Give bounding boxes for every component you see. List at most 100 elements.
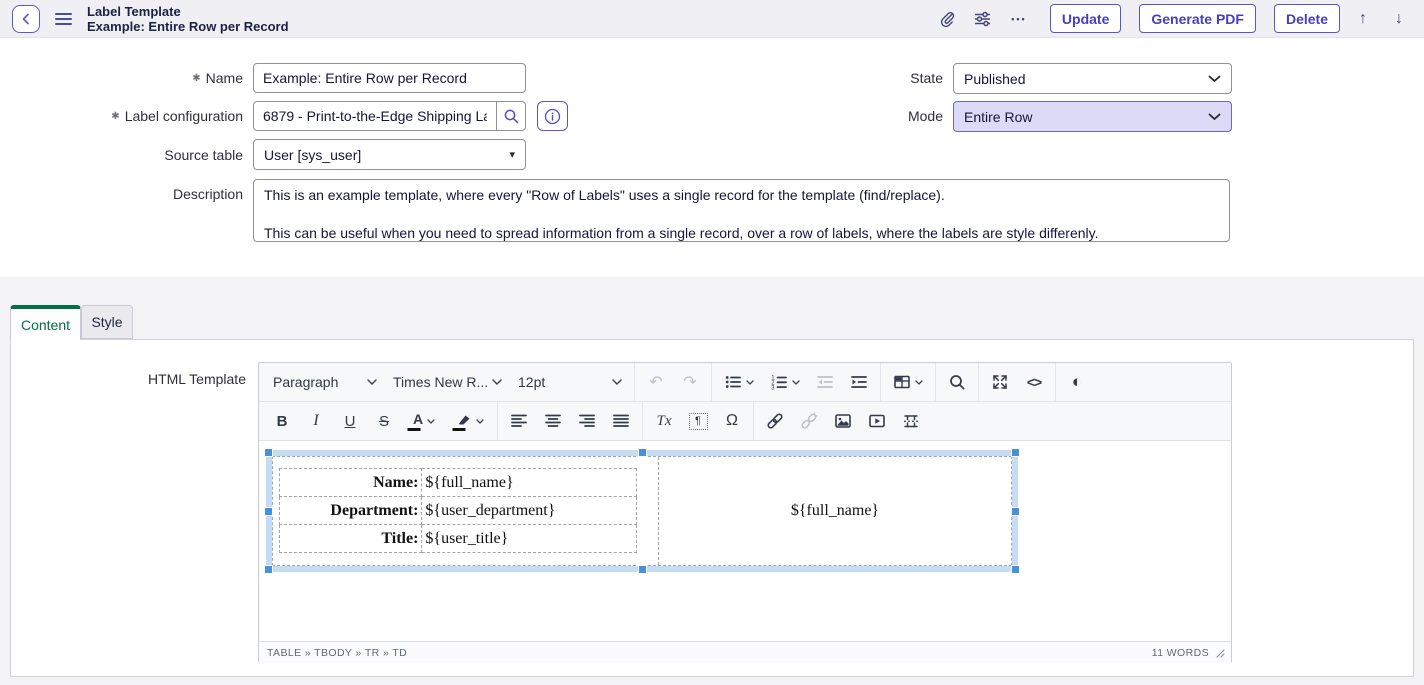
resize-handle-bottom-left[interactable] (264, 565, 273, 574)
table-icon (893, 373, 911, 391)
field-name-label-cell[interactable]: Name: (280, 469, 422, 497)
resize-handle-mid-left[interactable] (264, 507, 273, 516)
align-center-icon (544, 412, 562, 430)
redo-button[interactable]: ↷ (673, 367, 707, 397)
field-department-value-cell[interactable]: ${user_department} (422, 497, 637, 525)
back-button[interactable] (12, 5, 40, 33)
field-title-label-cell[interactable]: Title: (280, 525, 422, 553)
chevron-down-icon (1208, 113, 1221, 121)
selected-table[interactable]: Name: ${full_name} Department: ${user_de… (266, 450, 1018, 572)
font-family-select[interactable]: Times New R... (385, 367, 510, 397)
delete-button[interactable]: Delete (1274, 4, 1340, 33)
field-department-label-cell[interactable]: Department: (280, 497, 422, 525)
align-justify-button[interactable] (604, 406, 638, 436)
highlight-color-bar (453, 428, 466, 431)
table-row: Department: ${user_department} (280, 497, 637, 525)
source-table-select[interactable]: User [sys_user] ▾ (253, 139, 526, 170)
chevron-down-icon (476, 419, 484, 424)
tab-style[interactable]: Style (81, 305, 133, 339)
html-template-field-label: HTML Template (61, 371, 246, 387)
text-color-button[interactable]: A (401, 406, 447, 436)
reference-lookup-button[interactable] (496, 101, 526, 131)
page-title: Label Template Example: Entire Row per R… (87, 4, 289, 34)
table-cell-right[interactable]: ${full_name} (659, 457, 1011, 565)
element-path-breadcrumb[interactable]: TABLE » TBODY » TR » TD (267, 647, 407, 659)
remove-link-button[interactable] (792, 406, 826, 436)
state-select[interactable]: Published (953, 63, 1232, 94)
resize-handle-bottom-right[interactable] (1011, 565, 1020, 574)
page-break-button[interactable] (894, 406, 928, 436)
source-code-button[interactable]: <> (1017, 367, 1051, 397)
next-record-down-arrow-icon[interactable]: ↓ (1386, 6, 1412, 32)
chevron-down-icon (792, 380, 800, 385)
description-field-label: Description (0, 186, 243, 202)
bullet-list-button[interactable] (716, 367, 762, 397)
previous-record-up-arrow-icon[interactable]: ↑ (1350, 6, 1376, 32)
editor-status-bar: TABLE » TBODY » TR » TD 11 WORDS (259, 641, 1231, 663)
align-left-button[interactable] (502, 406, 536, 436)
attachment-paperclip-icon[interactable] (934, 6, 960, 32)
word-count: 11 WORDS (1152, 647, 1209, 659)
name-input[interactable] (253, 63, 526, 93)
align-right-button[interactable] (570, 406, 604, 436)
highlight-color-button[interactable] (447, 406, 493, 436)
font-size-select[interactable]: 12pt (510, 367, 630, 397)
resize-handle-top-left[interactable] (264, 448, 273, 457)
table-button[interactable] (885, 367, 931, 397)
nested-field-table: Name: ${full_name} Department: ${user_de… (279, 468, 637, 553)
field-title-value-cell[interactable]: ${user_title} (422, 525, 637, 553)
resize-handle-mid-right[interactable] (1011, 507, 1020, 516)
resize-grip-icon[interactable] (1215, 648, 1225, 658)
contrast-dark-mode-button[interactable]: ◐ (1060, 367, 1094, 397)
generate-pdf-button[interactable]: Generate PDF (1139, 4, 1256, 33)
page-break-icon (902, 412, 920, 430)
svg-text:3: 3 (771, 385, 775, 391)
mode-select[interactable]: Entire Row (953, 101, 1232, 132)
undo-button[interactable]: ↶ (639, 367, 673, 397)
editor-content-area[interactable]: Name: ${full_name} Department: ${user_de… (259, 441, 1231, 641)
insert-media-button[interactable] (860, 406, 894, 436)
update-button[interactable]: Update (1050, 4, 1121, 33)
record-form: ✱Name ✱Label configuration Source table … (0, 38, 1424, 277)
resize-handle-bottom-center[interactable] (638, 565, 647, 574)
table-row: Title: ${user_title} (280, 525, 637, 553)
resize-handle-top-right[interactable] (1011, 448, 1020, 457)
indent-icon (850, 373, 868, 391)
record-type-title: Label Template (87, 4, 289, 19)
special-character-button[interactable]: Ω (715, 406, 749, 436)
search-icon (503, 108, 520, 125)
indent-button[interactable] (842, 367, 876, 397)
chevron-down-icon (915, 380, 923, 385)
underline-button[interactable]: U (333, 406, 367, 436)
personalize-form-sliders-icon[interactable] (970, 6, 996, 32)
highlighter-pen-icon (456, 413, 472, 426)
formatting-marks-button[interactable]: ¶ (681, 406, 715, 436)
numbered-list-button[interactable]: 123 (762, 367, 808, 397)
insert-image-button[interactable] (826, 406, 860, 436)
context-menu-icon[interactable] (55, 13, 72, 25)
field-name-value-cell[interactable]: ${full_name} (422, 469, 637, 497)
name-field-label: ✱Name (0, 70, 243, 86)
insert-link-button[interactable] (758, 406, 792, 436)
fullscreen-button[interactable] (983, 367, 1017, 397)
align-center-button[interactable] (536, 406, 570, 436)
italic-button[interactable]: I (299, 406, 333, 436)
outdent-button[interactable] (808, 367, 842, 397)
source-table-field-label: Source table (0, 147, 243, 163)
description-textarea[interactable]: This is an example template, where every… (253, 179, 1230, 242)
record-name-title: Example: Entire Row per Record (87, 19, 289, 34)
resize-handle-top-center[interactable] (638, 448, 647, 457)
clear-formatting-button[interactable]: Tx (647, 406, 681, 436)
tab-content[interactable]: Content (10, 305, 81, 340)
label-configuration-input[interactable] (253, 101, 497, 131)
paragraph-marks-icon: ¶ (689, 413, 708, 430)
strikethrough-button[interactable]: S (367, 406, 401, 436)
table-cell-left[interactable]: Name: ${full_name} Department: ${user_de… (273, 457, 659, 565)
reference-info-button[interactable] (537, 101, 568, 131)
bold-button[interactable]: B (265, 406, 299, 436)
label-row-table[interactable]: Name: ${full_name} Department: ${user_de… (272, 456, 1012, 566)
search-replace-button[interactable] (940, 367, 974, 397)
paragraph-style-select[interactable]: Paragraph (265, 367, 385, 397)
more-options-icon[interactable]: ••• (1006, 6, 1032, 32)
chevron-down-icon (746, 380, 754, 385)
